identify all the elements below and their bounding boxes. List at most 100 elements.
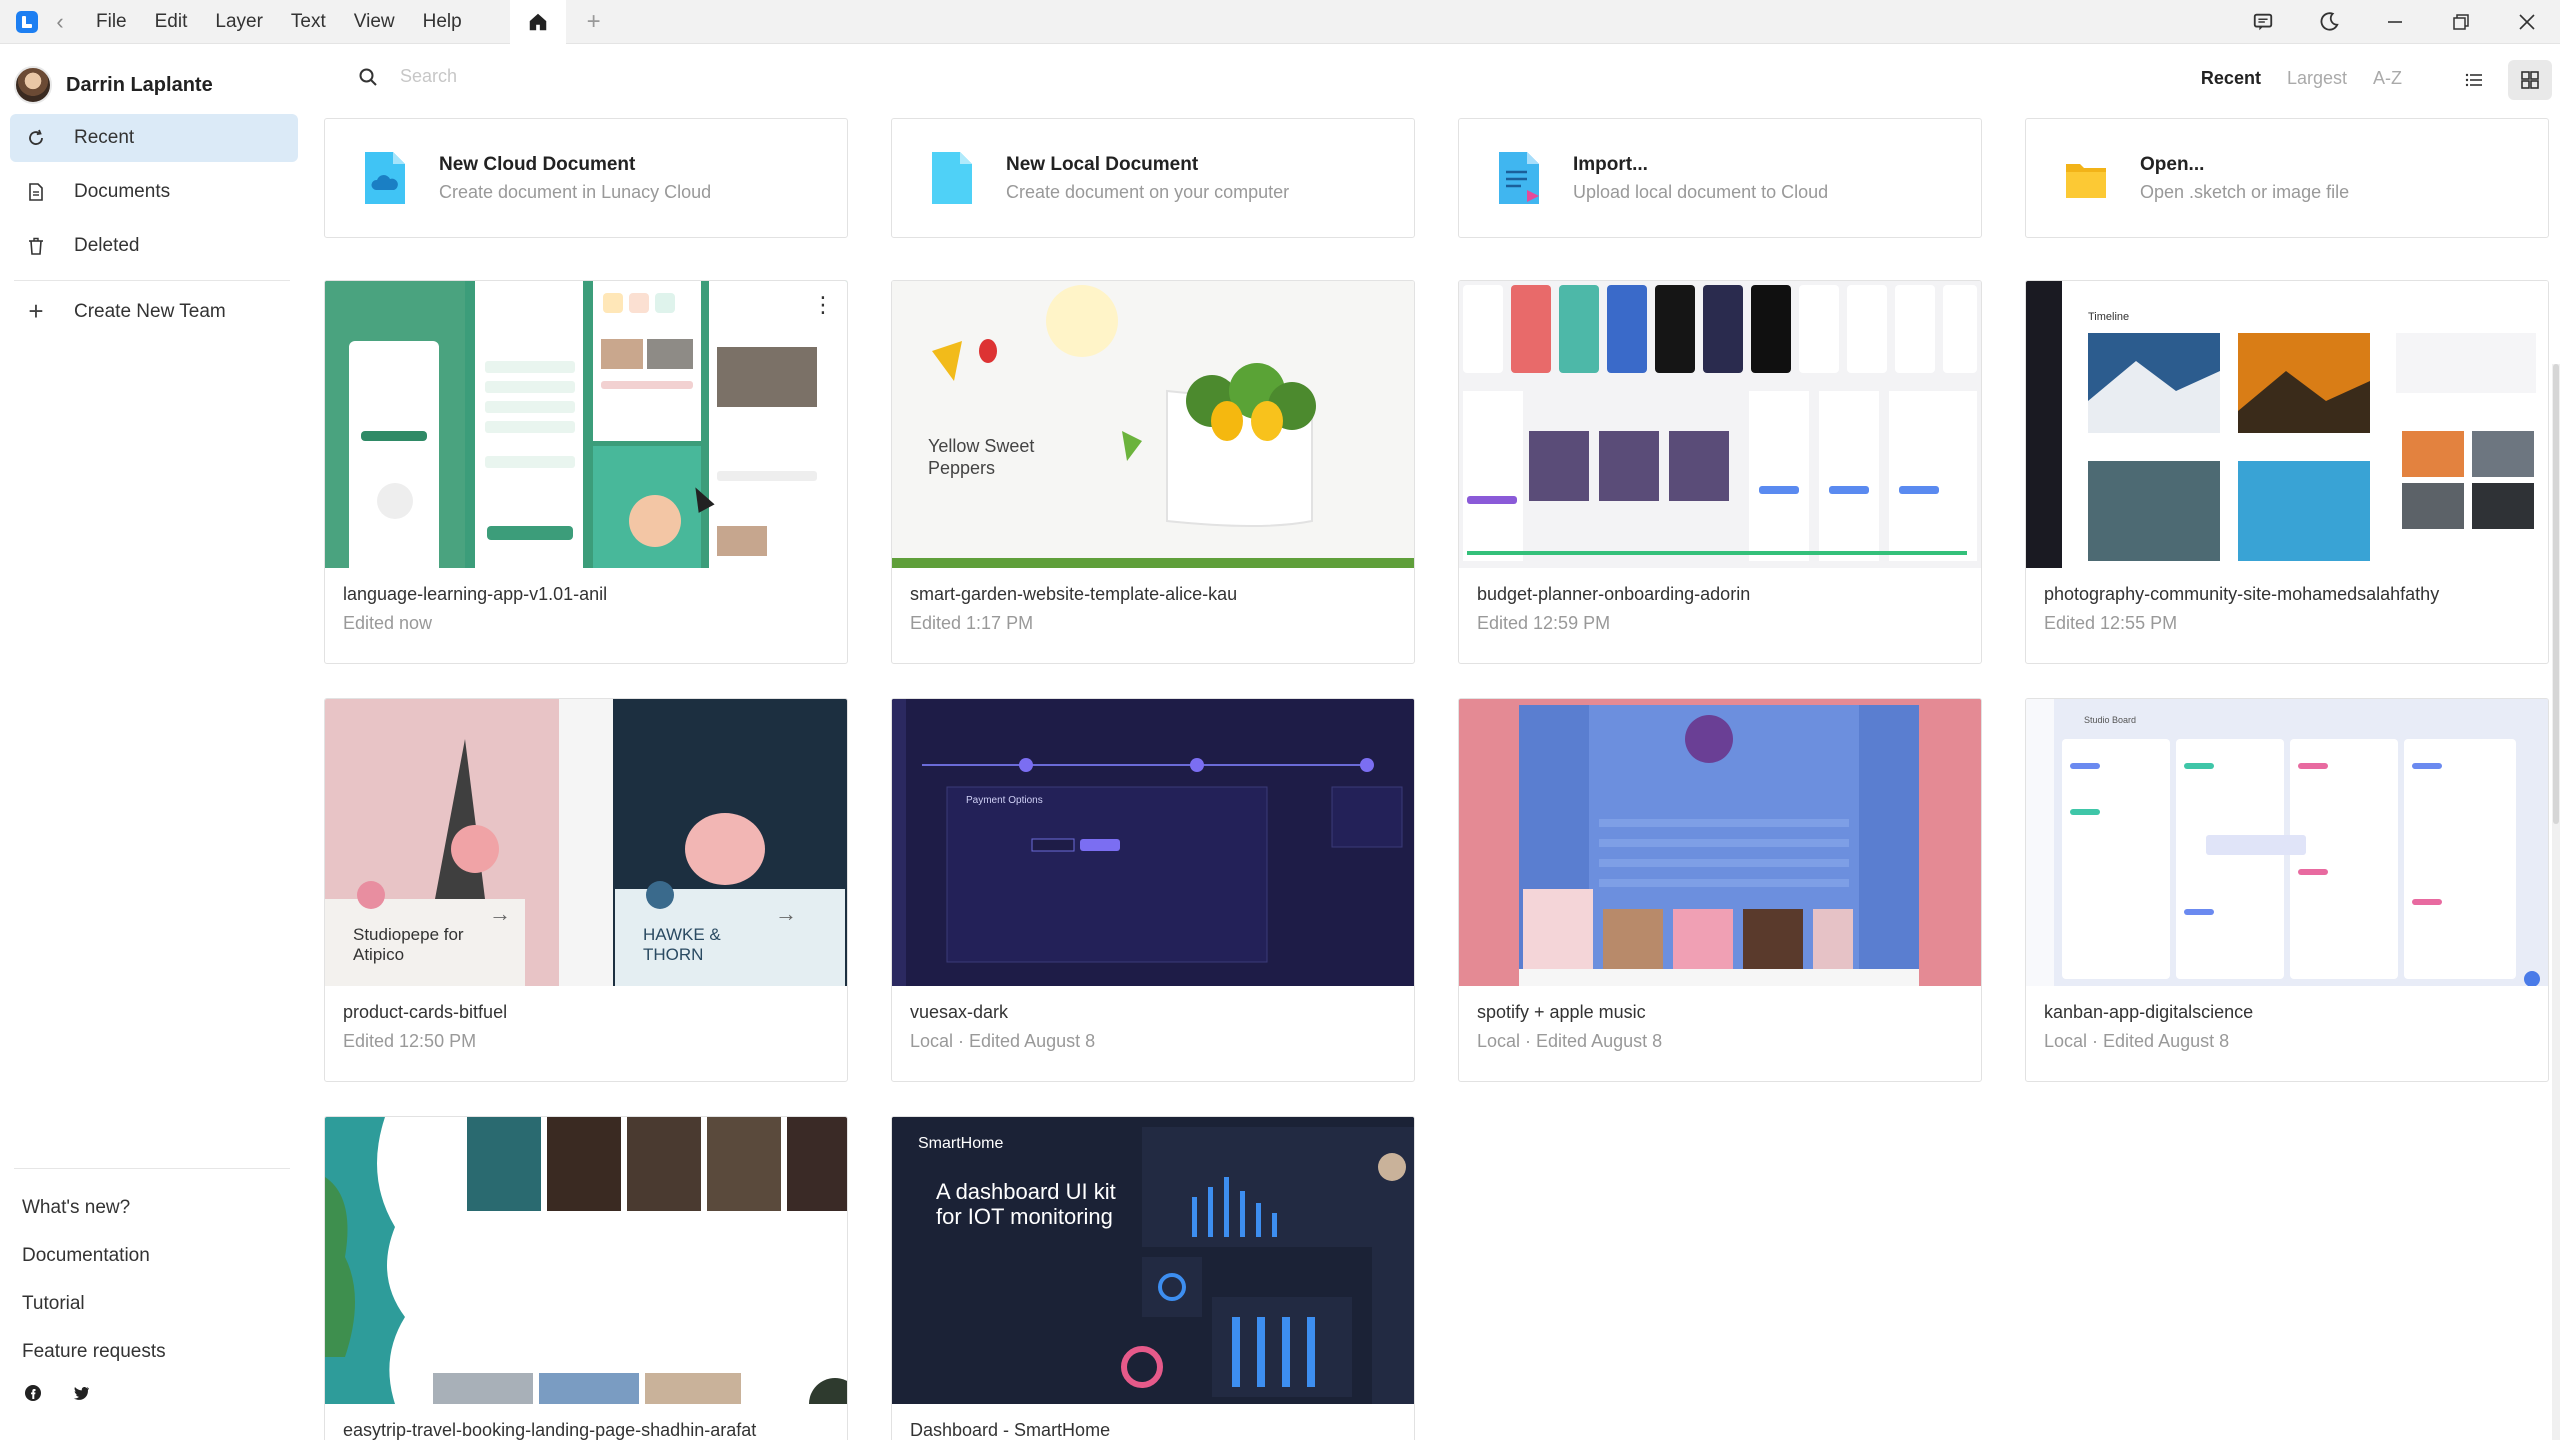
documents-grid: New Cloud Document Create document in Lu… [300,114,2560,1440]
file-card[interactable]: Payment Options vuesax-dark Local · Edit… [891,698,1415,1082]
file-thumbnail [1459,281,1981,568]
file-card[interactable]: budget-planner-onboarding-adorin Edited … [1458,280,1982,664]
file-card[interactable]: Yellow Sweet Peppers smart-garden-websit… [891,280,1415,664]
file-card[interactable]: → → Studiopepe for Atipico HAWKE & THORN… [324,698,848,1082]
search-bar [358,66,800,87]
twitter-icon[interactable] [72,1384,90,1402]
sidebar: Darrin Laplante Recent Documents Deleted [0,44,300,1440]
back-arrow-icon[interactable]: ‹ [50,10,70,33]
plus-icon: + [28,296,44,326]
menu-help[interactable]: Help [409,0,476,44]
new-tab-button[interactable]: + [574,8,614,36]
list-view-button[interactable] [2452,60,2496,100]
moon-icon[interactable] [2296,0,2362,44]
user-name: Darrin Laplante [66,73,213,96]
menu-view[interactable]: View [340,0,409,44]
action-text: Open... Open .sketch or image file [2140,154,2349,203]
thumbnail-brand: SmartHome [918,1135,1004,1152]
more-options-icon[interactable]: ⋮ [807,289,839,321]
file-name: product-cards-bitfuel [343,1002,508,1022]
thumbnail-heading: Timeline [2088,311,2130,323]
file-card[interactable]: Studio Board kanban-app-digitalscience L… [2025,698,2549,1082]
sidebar-item-deleted[interactable]: Deleted [10,222,298,270]
file-name: language-learning-app-v1.01-anil [343,584,608,604]
file-meta: Local · Edited August 8 [1477,1031,1663,1051]
window-controls [2230,0,2560,44]
clock-icon [24,126,48,150]
svg-text:→: → [775,901,797,926]
sort-recent[interactable]: Recent [2201,68,2261,89]
open-file-card[interactable]: Open... Open .sketch or image file [2025,118,2549,238]
thumbnail-heading: A dashboard UI kit for IOT monitoring [936,1179,1116,1229]
view-toggle [2452,60,2552,100]
new-cloud-document-card[interactable]: New Cloud Document Create document in Lu… [324,118,848,238]
sidebar-item-label: Recent [74,127,135,148]
file-thumbnail [1459,699,1981,986]
minimize-icon[interactable] [2362,0,2428,44]
sidebar-item-recent[interactable]: Recent [10,114,298,162]
action-title: New Local Document [1006,153,1199,175]
cloud-document-icon [365,152,405,204]
sidebar-item-documents[interactable]: Documents [10,168,298,216]
list-icon [2465,73,2482,87]
action-subtitle: Create document in Lunacy Cloud [439,181,712,202]
file-meta: Edited 12:50 PM [343,1031,477,1051]
file-meta: Local · Edited August 8 [2044,1031,2230,1051]
action-text: Import... Upload local document to Cloud [1573,154,1828,203]
thumbnail-heading: Studiopepe for Atipico [353,925,464,964]
search-icon [359,68,377,86]
menu-edit[interactable]: Edit [141,0,202,44]
sort-largest[interactable]: Largest [2287,68,2347,89]
tab-home[interactable] [509,0,566,44]
file-card[interactable]: easytrip-travel-booking-landing-page-sha… [324,1116,848,1440]
thumbnail-heading-2: HAWKE & THORN [643,925,721,964]
file-meta: Edited 1:17 PM [910,613,1034,633]
action-subtitle: Open .sketch or image file [2140,181,2350,202]
menu-layer[interactable]: Layer [201,0,277,44]
action-text: New Local Document Create document on yo… [1006,154,1289,203]
menu-file[interactable]: File [82,0,141,44]
divider [14,280,290,281]
file-card[interactable]: ⋮ language-learning-app-v1.01-anil Edite… [324,280,848,664]
file-name: Dashboard - SmartHome [910,1420,1111,1440]
sidebar-nav: Recent Documents Deleted [10,114,298,276]
social-links [24,1384,90,1402]
file-meta: Edited 12:55 PM [2044,613,2178,633]
create-team-button[interactable]: + Create New Team [24,296,225,327]
file-thumbnail: Payment Options [892,699,1414,986]
trash-icon [24,234,48,258]
sort-a-z[interactable]: A-Z [2373,68,2402,89]
lunacy-logo-icon[interactable] [16,10,38,33]
avatar[interactable] [14,66,52,104]
file-name: vuesax-dark [910,1002,1009,1022]
search-input[interactable] [400,66,800,87]
facebook-icon[interactable] [24,1384,42,1402]
user-profile[interactable]: Darrin Laplante [14,66,213,104]
link-feature-requests[interactable]: Feature requests [22,1328,166,1376]
close-icon[interactable] [2494,0,2560,44]
file-name: budget-planner-onboarding-adorin [1477,584,1751,604]
file-card[interactable]: spotify + apple music Local · Edited Aug… [1458,698,1982,1082]
title-bar: ‹ File Edit Layer Text View Help + [0,0,2560,44]
scrollbar[interactable] [2552,364,2560,1440]
file-name: photography-community-site-mohamedsalahf… [2044,584,2440,604]
file-meta: Local · Edited August 8 [910,1031,1096,1051]
menu-text[interactable]: Text [277,0,340,44]
file-card[interactable]: Timeline photography-community-site-moha… [2025,280,2549,664]
new-local-document-card[interactable]: New Local Document Create document on yo… [891,118,1415,238]
file-thumbnail: Studio Board [2026,699,2548,986]
file-name: kanban-app-digitalscience [2044,1002,2254,1022]
link-whats-new[interactable]: What's new? [22,1184,166,1232]
thumbnail-heading: Studio Board [2084,715,2137,725]
import-card[interactable]: Import... Upload local document to Cloud [1458,118,1982,238]
file-thumbnail [325,1117,847,1404]
file-name: easytrip-travel-booking-landing-page-sha… [343,1420,757,1440]
chat-icon[interactable] [2230,0,2296,44]
action-text: New Cloud Document Create document in Lu… [439,154,711,203]
file-card[interactable]: SmartHome A dashboard UI kit for IOT mon… [891,1116,1415,1440]
grid-view-button[interactable] [2508,60,2552,100]
link-tutorial[interactable]: Tutorial [22,1280,166,1328]
link-documentation[interactable]: Documentation [22,1232,166,1280]
restore-icon[interactable] [2428,0,2494,44]
file-thumbnail: SmartHome A dashboard UI kit for IOT mon… [892,1117,1414,1404]
